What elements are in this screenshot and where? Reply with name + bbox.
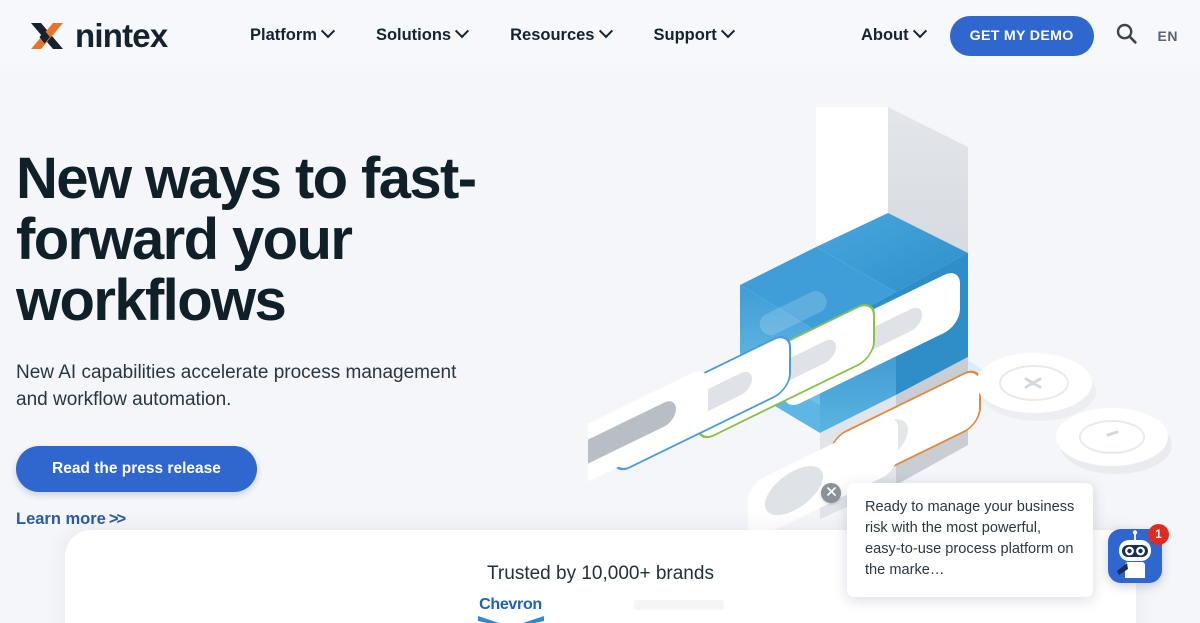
chat-message-bubble[interactable]: Ready to manage your business risk with … bbox=[847, 483, 1093, 597]
brand-logo-chevron: Chevron bbox=[477, 596, 544, 623]
learn-more-link[interactable]: Learn more >> bbox=[16, 510, 536, 529]
hero-section: New ways to fast-forward your workflows … bbox=[16, 148, 536, 529]
close-icon bbox=[826, 484, 837, 502]
nav-item-support[interactable]: Support bbox=[653, 24, 735, 45]
disc-a bbox=[976, 353, 1096, 421]
chevron-brand-logo bbox=[477, 614, 544, 623]
chat-unread-badge[interactable]: 1 bbox=[1148, 524, 1169, 545]
nav-item-resources[interactable]: Resources bbox=[510, 24, 613, 45]
chevron-down-icon bbox=[912, 24, 927, 39]
hero-title: New ways to fast-forward your workflows bbox=[16, 146, 477, 333]
nintex-wordmark: nintex bbox=[75, 17, 168, 54]
search-button[interactable] bbox=[1110, 19, 1144, 53]
page-root: nintex Platform Solutions Resources Supp… bbox=[0, 0, 1200, 623]
nav-label-solutions: Solutions bbox=[375, 26, 452, 44]
chevron-down-icon bbox=[598, 24, 613, 39]
read-press-release-button[interactable]: Read the press release bbox=[16, 446, 257, 492]
chat-close-button[interactable] bbox=[821, 483, 841, 503]
double-chevron-icon: >> bbox=[108, 510, 126, 528]
brand-logo-placeholder bbox=[633, 596, 724, 619]
header-utility-nav: About GET MY DEMO EN bbox=[861, 0, 1178, 71]
nav-item-about[interactable]: About bbox=[860, 24, 927, 45]
nav-item-platform[interactable]: Platform bbox=[250, 24, 336, 45]
language-selector[interactable]: EN bbox=[1158, 28, 1178, 44]
nav-item-solutions[interactable]: Solutions bbox=[375, 24, 470, 45]
nintex-x-logo-icon bbox=[28, 18, 66, 54]
nav-label-about: About bbox=[860, 26, 909, 44]
brand-logo-row: Chevron bbox=[65, 596, 1136, 623]
main-navigation: Platform Solutions Resources Support bbox=[250, 0, 735, 71]
chevron-down-icon bbox=[320, 24, 336, 39]
chevron-brand-wordmark: Chevron bbox=[479, 596, 542, 613]
learn-more-label: Learn more bbox=[16, 510, 106, 528]
nav-label-platform: Platform bbox=[250, 26, 317, 44]
disc-b bbox=[1056, 408, 1172, 474]
hero-subtitle: New AI capabilities accelerate process m… bbox=[16, 362, 457, 410]
nav-label-support: Support bbox=[653, 26, 717, 44]
nav-label-resources: Resources bbox=[510, 26, 595, 44]
chevron-down-icon bbox=[720, 24, 735, 39]
search-icon bbox=[1115, 22, 1138, 50]
site-header: nintex Platform Solutions Resources Supp… bbox=[0, 0, 1200, 71]
nintex-logo[interactable]: nintex bbox=[28, 17, 168, 54]
chevron-down-icon bbox=[455, 24, 470, 39]
get-my-demo-button[interactable]: GET MY DEMO bbox=[949, 15, 1094, 56]
